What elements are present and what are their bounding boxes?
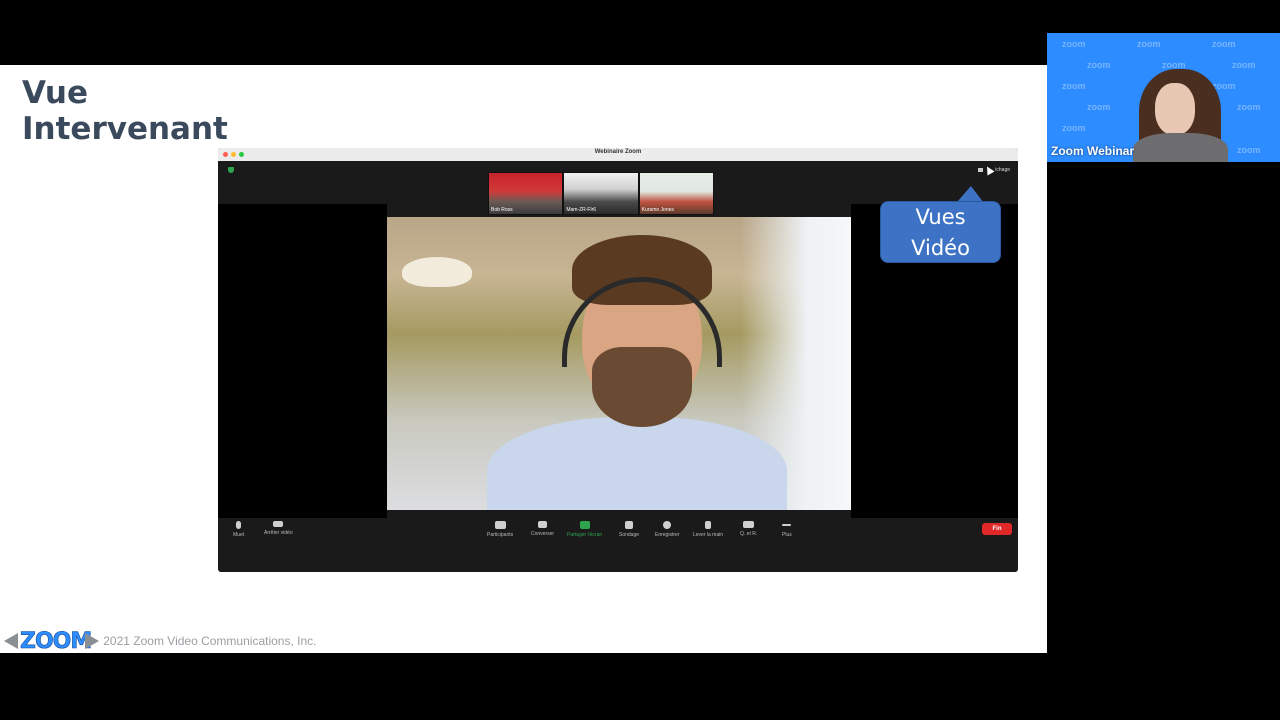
end-meeting-button[interactable]: Fin: [982, 523, 1012, 535]
share-screen-button[interactable]: Partager l'écran: [567, 521, 602, 538]
poll-button[interactable]: Sondage: [619, 521, 639, 538]
slide-title-line1: Vue: [22, 75, 88, 111]
chat-bubble-icon: [538, 521, 548, 528]
next-slide-arrow-icon[interactable]: [85, 633, 100, 649]
presenter-face: [1155, 83, 1195, 135]
poll-label: Sondage: [619, 532, 640, 538]
participant-name: Mam-ZR-Flr6: [566, 207, 597, 213]
share-screen-icon: [579, 521, 590, 529]
gallery-thumbnail[interactable]: Kuramo Jones: [639, 173, 713, 214]
qa-bubbles-icon: [743, 521, 755, 528]
qa-label: Q. et R.: [740, 531, 758, 537]
qa-button[interactable]: Q. et R.: [740, 521, 757, 537]
gallery-strip: Bob Ross Mam-ZR-Flr6 Kuramo Jones: [488, 172, 714, 215]
view-button-label: ichage: [995, 167, 1010, 173]
participants-label: Participants: [487, 532, 514, 538]
participants-icon: [494, 521, 506, 529]
window-title: Webinaire Zoom: [594, 149, 642, 155]
raise-hand-button[interactable]: Lever la main: [693, 521, 723, 538]
participant-name: Kuramo Jones: [641, 207, 674, 213]
mute-label: Muet: [233, 532, 245, 538]
zoom-logo: ZOOM: [20, 628, 93, 654]
hand-icon: [705, 521, 711, 529]
slide-title-line2: Intervenant: [22, 111, 228, 147]
callout-line2: Vidéo: [911, 236, 970, 260]
more-dots-icon: [782, 524, 792, 526]
copyright-text: 2021 Zoom Video Communications, Inc.: [103, 634, 317, 648]
video-views-callout: Vues Vidéo: [880, 201, 1001, 263]
presenter-name-label: Zoom Webinar: [1051, 144, 1135, 158]
more-button[interactable]: Plus: [782, 521, 792, 538]
grid-view-icon: [978, 168, 984, 172]
window-titlebar: Webinaire Zoom: [218, 148, 1018, 161]
chat-button[interactable]: Converser: [531, 521, 554, 537]
speaker-shirt: [487, 417, 787, 510]
bar-chart-icon: [625, 521, 634, 529]
participants-button[interactable]: Participants: [487, 521, 513, 538]
meeting-toolbar: Muet Arrêter vidéo Participants Converse…: [218, 518, 1018, 545]
background-lamp: [402, 257, 472, 287]
stop-video-label: Arrêter vidéo: [264, 530, 293, 536]
more-label: Plus: [782, 532, 792, 538]
mouse-cursor-icon: [983, 164, 995, 176]
record-button[interactable]: Enregistrer: [655, 521, 679, 538]
callout-line1: Vues: [915, 205, 966, 229]
slide-title: Vue Intervenant: [22, 75, 228, 147]
security-shield-icon[interactable]: [228, 167, 234, 173]
view-layout-button[interactable]: ichage: [978, 164, 1010, 176]
presenter-video-tile: zoom zoom zoom zoom zoom zoom zoom zoom …: [1047, 33, 1280, 162]
video-camera-icon: [273, 521, 284, 527]
participant-name: Bob Ross: [491, 207, 513, 213]
gallery-thumbnail[interactable]: Mam-ZR-Flr6: [564, 173, 638, 214]
slide-footer: ZOOM 2021 Zoom Video Communications, Inc…: [0, 628, 317, 654]
empty-left-pane: [218, 204, 387, 545]
active-speaker-video: [387, 217, 851, 510]
gallery-thumbnail[interactable]: Bob Ross: [489, 173, 563, 214]
record-icon: [663, 521, 672, 529]
share-screen-label: Partager l'écran: [567, 532, 603, 538]
previous-slide-arrow-icon[interactable]: [4, 633, 18, 649]
chat-label: Converser: [531, 531, 555, 537]
microphone-icon: [236, 521, 242, 529]
raise-hand-label: Lever la main: [693, 532, 724, 538]
presenter-body: [1133, 133, 1228, 162]
record-label: Enregistrer: [655, 532, 680, 538]
stop-video-button[interactable]: Arrêter vidéo: [264, 521, 293, 536]
mute-button[interactable]: Muet: [233, 521, 244, 538]
